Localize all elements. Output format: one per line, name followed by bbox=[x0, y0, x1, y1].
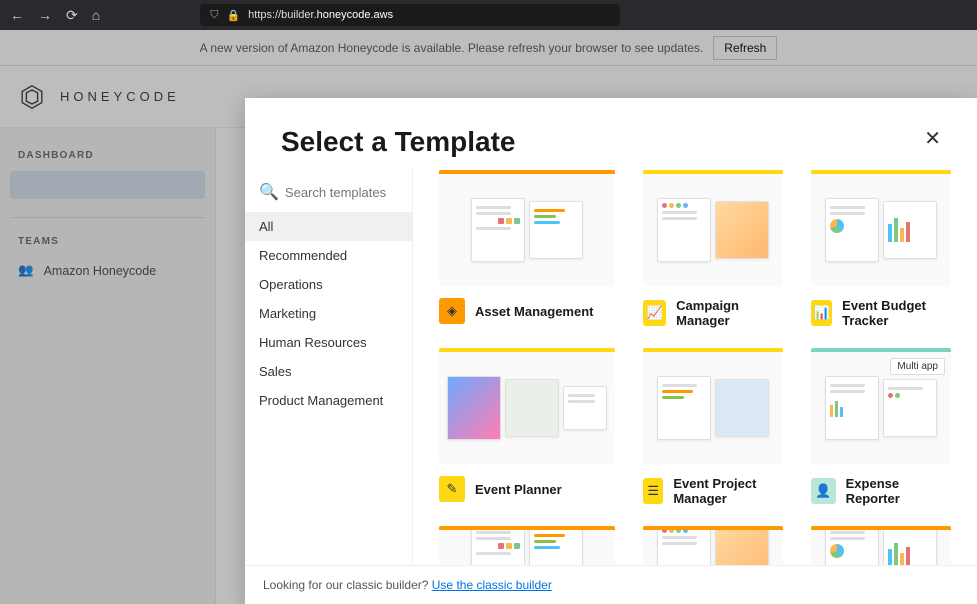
template-title: Asset Management bbox=[475, 304, 593, 319]
card-preview bbox=[643, 174, 783, 286]
template-card[interactable] bbox=[439, 526, 615, 565]
back-icon[interactable]: ← bbox=[10, 7, 24, 23]
template-title: Event Planner bbox=[475, 482, 562, 497]
template-icon: 📊 bbox=[811, 300, 832, 326]
reload-icon[interactable]: ⟳ bbox=[66, 7, 78, 24]
shield-icon: ⛉ bbox=[210, 9, 218, 22]
template-card[interactable]: ◈ Asset Management bbox=[439, 170, 615, 328]
classic-builder-link[interactable]: Use the classic builder bbox=[432, 578, 552, 592]
template-title: Event Project Manager bbox=[673, 476, 783, 506]
category-item[interactable]: Human Resources bbox=[245, 328, 412, 357]
template-card[interactable] bbox=[811, 526, 951, 565]
template-icon: ◈ bbox=[439, 298, 465, 324]
template-card[interactable]: ☰ Event Project Manager bbox=[643, 348, 783, 506]
app-sidebar: DASHBOARD TEAMS 👥 Amazon Honeycode bbox=[0, 128, 216, 604]
card-preview bbox=[439, 174, 615, 286]
template-icon: 👤 bbox=[811, 478, 836, 504]
sidebar-divider bbox=[10, 217, 205, 218]
team-item[interactable]: 👥 Amazon Honeycode bbox=[10, 257, 205, 284]
search-input[interactable] bbox=[285, 185, 398, 200]
modal-footer: Looking for our classic builder? Use the… bbox=[245, 565, 977, 604]
notification-bar: A new version of Amazon Honeycode is ava… bbox=[0, 30, 977, 66]
template-title: Campaign Manager bbox=[676, 298, 783, 328]
search-icon: 🔍 bbox=[259, 182, 279, 202]
card-preview bbox=[643, 352, 783, 464]
card-preview: Multi app bbox=[811, 352, 951, 464]
category-item[interactable]: Product Management bbox=[245, 386, 412, 415]
category-item[interactable]: Recommended bbox=[245, 241, 412, 270]
category-item[interactable]: Marketing bbox=[245, 299, 412, 328]
template-card[interactable] bbox=[643, 526, 783, 565]
category-item[interactable]: Sales bbox=[245, 357, 412, 386]
template-icon: ☰ bbox=[643, 478, 663, 504]
sidebar-dashboard-item[interactable] bbox=[10, 171, 205, 199]
template-icon: ✎ bbox=[439, 476, 465, 502]
multi-app-badge: Multi app bbox=[890, 358, 945, 375]
template-card[interactable]: Multi app 👤 Expense Reporter bbox=[811, 348, 951, 506]
url-text: https://builder.honeycode.aws bbox=[248, 9, 393, 21]
forward-icon[interactable]: → bbox=[38, 7, 52, 23]
modal-sidebar: 🔍 AllRecommendedOperationsMarketingHuman… bbox=[245, 170, 413, 565]
template-modal: Select a Template ✕ 🔍 AllRecommendedOper… bbox=[245, 98, 977, 604]
url-bar[interactable]: ⛉ 🔒 https://builder.honeycode.aws bbox=[200, 4, 620, 26]
team-name: Amazon Honeycode bbox=[44, 264, 157, 278]
template-icon: 📈 bbox=[643, 300, 666, 326]
home-icon[interactable]: ⌂ bbox=[92, 7, 100, 23]
notification-text: A new version of Amazon Honeycode is ava… bbox=[200, 41, 704, 55]
close-icon[interactable]: ✕ bbox=[924, 126, 941, 151]
category-item[interactable]: Operations bbox=[245, 270, 412, 299]
templates-panel: ◈ Asset Management 📈 Campaign Manager 📊 … bbox=[413, 170, 977, 565]
modal-title: Select a Template bbox=[281, 126, 515, 158]
card-preview bbox=[811, 174, 951, 286]
template-card[interactable]: ✎ Event Planner bbox=[439, 348, 615, 506]
sidebar-teams-label: TEAMS bbox=[10, 236, 205, 247]
card-preview bbox=[439, 530, 615, 565]
card-preview bbox=[811, 530, 951, 565]
template-title: Expense Reporter bbox=[846, 476, 951, 506]
template-card[interactable]: 📈 Campaign Manager bbox=[643, 170, 783, 328]
template-title: Event Budget Tracker bbox=[842, 298, 951, 328]
sidebar-dashboard-label: DASHBOARD bbox=[10, 150, 205, 161]
footer-text: Looking for our classic builder? bbox=[263, 578, 432, 592]
browser-chrome: ← → ⟳ ⌂ ⛉ 🔒 https://builder.honeycode.aw… bbox=[0, 0, 977, 30]
refresh-button[interactable]: Refresh bbox=[713, 36, 777, 60]
category-item[interactable]: All bbox=[245, 212, 412, 241]
team-icon: 👥 bbox=[18, 263, 34, 278]
template-card[interactable]: 📊 Event Budget Tracker bbox=[811, 170, 951, 328]
card-preview bbox=[439, 352, 615, 464]
brand-name: HONEYCODE bbox=[60, 89, 180, 104]
lock-icon: 🔒 bbox=[226, 9, 240, 22]
card-preview bbox=[643, 530, 783, 565]
honeycode-logo-icon bbox=[18, 83, 46, 111]
